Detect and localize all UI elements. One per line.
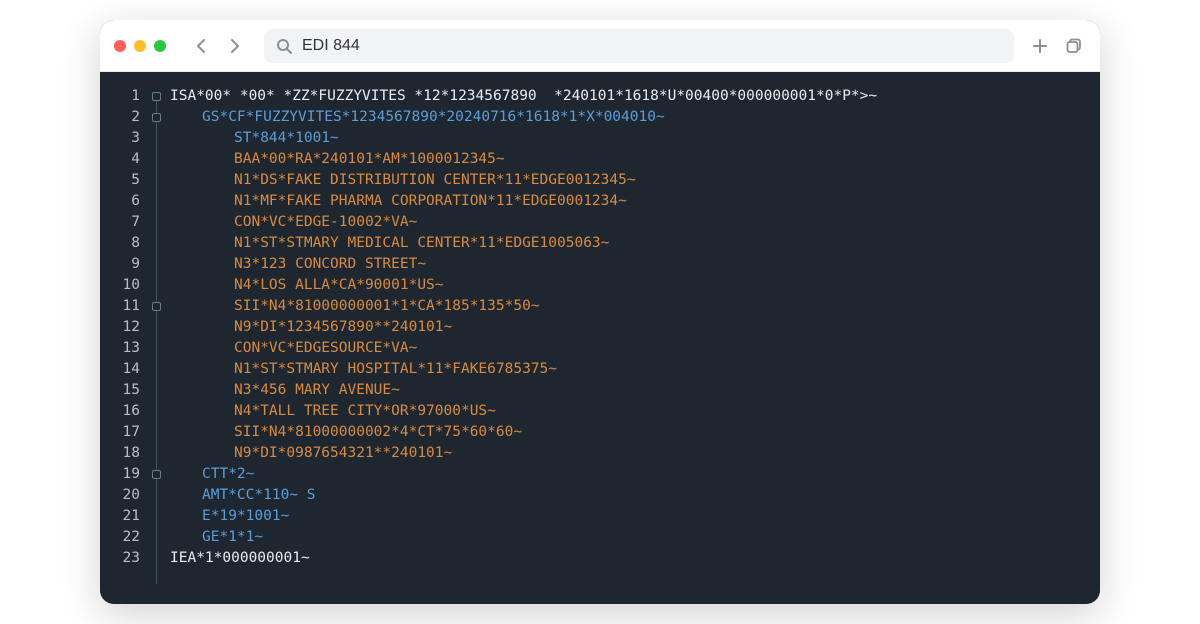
- code-line[interactable]: N1*ST*STMARY MEDICAL CENTER*11*EDGE10050…: [170, 233, 1100, 254]
- minimize-icon[interactable]: [134, 40, 146, 52]
- search-input[interactable]: [302, 37, 1002, 55]
- line-number: 7: [100, 212, 140, 233]
- forward-button[interactable]: [220, 31, 250, 61]
- line-number: 11: [100, 296, 140, 317]
- code-line[interactable]: IEA*1*000000001~: [170, 548, 1100, 569]
- line-number: 14: [100, 359, 140, 380]
- tabs-overview-button[interactable]: [1062, 34, 1086, 58]
- code-editor[interactable]: 1234567891011121314151617181920212223 IS…: [100, 72, 1100, 604]
- line-number: 16: [100, 401, 140, 422]
- fold-guide-line: [156, 96, 157, 584]
- close-icon[interactable]: [114, 40, 126, 52]
- fold-toggle-icon[interactable]: [152, 113, 161, 122]
- line-number: 9: [100, 254, 140, 275]
- code-line[interactable]: BAA*00*RA*240101*AM*1000012345~: [170, 149, 1100, 170]
- fold-toggle-icon[interactable]: [152, 302, 161, 311]
- line-number: 3: [100, 128, 140, 149]
- line-number: 15: [100, 380, 140, 401]
- line-number: 8: [100, 233, 140, 254]
- line-number: 5: [100, 170, 140, 191]
- line-number-gutter: 1234567891011121314151617181920212223: [100, 86, 148, 604]
- line-number: 1: [100, 86, 140, 107]
- code-line[interactable]: N1*MF*FAKE PHARMA CORPORATION*11*EDGE000…: [170, 191, 1100, 212]
- code-line[interactable]: SII*N4*81000000001*1*CA*185*135*50~: [170, 296, 1100, 317]
- plus-icon: [1032, 38, 1048, 54]
- line-number: 10: [100, 275, 140, 296]
- line-number: 19: [100, 464, 140, 485]
- code-line[interactable]: SII*N4*81000000002*4*CT*75*60*60~: [170, 422, 1100, 443]
- chevron-right-icon: [229, 39, 241, 53]
- new-tab-button[interactable]: [1028, 34, 1052, 58]
- code-line[interactable]: GE*1*1~: [170, 527, 1100, 548]
- line-number: 23: [100, 548, 140, 569]
- line-number: 4: [100, 149, 140, 170]
- code-line[interactable]: E*19*1001~: [170, 506, 1100, 527]
- back-button[interactable]: [186, 31, 216, 61]
- line-number: 12: [100, 317, 140, 338]
- zoom-icon[interactable]: [154, 40, 166, 52]
- fold-toggle-icon[interactable]: [152, 92, 161, 101]
- titlebar-right-icons: [1028, 34, 1086, 58]
- code-line[interactable]: N9*DI*1234567890**240101~: [170, 317, 1100, 338]
- code-line[interactable]: CON*VC*EDGE-10002*VA~: [170, 212, 1100, 233]
- code-line[interactable]: N9*DI*0987654321**240101~: [170, 443, 1100, 464]
- titlebar: [100, 20, 1100, 72]
- editor-window: 1234567891011121314151617181920212223 IS…: [100, 20, 1100, 604]
- code-line[interactable]: N1*DS*FAKE DISTRIBUTION CENTER*11*EDGE00…: [170, 170, 1100, 191]
- code-line[interactable]: ST*844*1001~: [170, 128, 1100, 149]
- line-number: 22: [100, 527, 140, 548]
- search-field[interactable]: [264, 29, 1014, 63]
- line-number: 18: [100, 443, 140, 464]
- window-controls: [114, 40, 166, 52]
- line-number: 6: [100, 191, 140, 212]
- code-line[interactable]: CTT*2~: [170, 464, 1100, 485]
- code-line[interactable]: N4*TALL TREE CITY*OR*97000*US~: [170, 401, 1100, 422]
- fold-gutter: [148, 86, 166, 604]
- line-number: 13: [100, 338, 140, 359]
- code-line[interactable]: GS*CF*FUZZYVITES*1234567890*20240716*161…: [170, 107, 1100, 128]
- code-line[interactable]: N4*LOS ALLA*CA*90001*US~: [170, 275, 1100, 296]
- line-number: 21: [100, 506, 140, 527]
- line-number: 20: [100, 485, 140, 506]
- code-line[interactable]: N1*ST*STMARY HOSPITAL*11*FAKE6785375~: [170, 359, 1100, 380]
- code-line[interactable]: N3*123 CONCORD STREET~: [170, 254, 1100, 275]
- code-line[interactable]: CON*VC*EDGESOURCE*VA~: [170, 338, 1100, 359]
- code-line[interactable]: ISA*00* *00* *ZZ*FUZZYVITES *12*12345678…: [170, 86, 1100, 107]
- code-line[interactable]: N3*456 MARY AVENUE~: [170, 380, 1100, 401]
- code-body[interactable]: ISA*00* *00* *ZZ*FUZZYVITES *12*12345678…: [166, 86, 1100, 604]
- search-icon: [276, 38, 292, 54]
- stacked-squares-icon: [1065, 37, 1083, 55]
- line-number: 2: [100, 107, 140, 128]
- fold-toggle-icon[interactable]: [152, 470, 161, 479]
- nav-arrows: [186, 31, 250, 61]
- code-line[interactable]: AMT*CC*110~ S: [170, 485, 1100, 506]
- line-number: 17: [100, 422, 140, 443]
- chevron-left-icon: [195, 39, 207, 53]
